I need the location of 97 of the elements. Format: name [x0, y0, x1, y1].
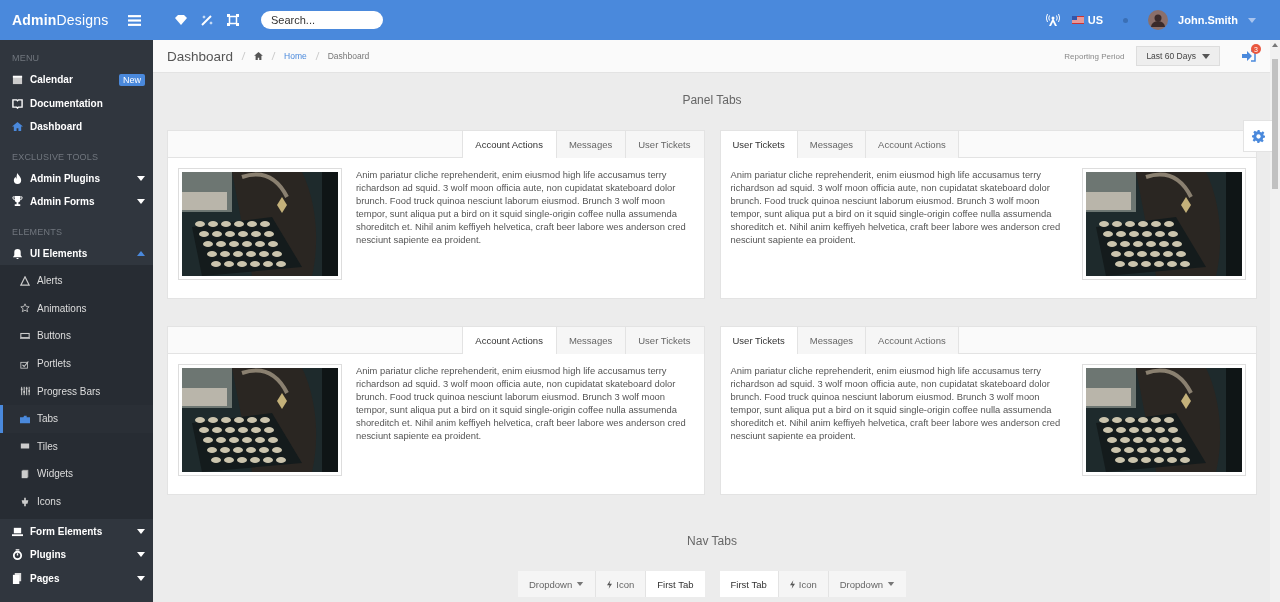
- tab[interactable]: Messages: [797, 327, 867, 354]
- sidebar-item[interactable]: Plugins: [0, 542, 153, 567]
- sidebar-item[interactable]: Portlets: [0, 349, 153, 378]
- dropdown-tab[interactable]: Dropdown: [517, 571, 597, 597]
- home-icon: [254, 52, 264, 60]
- sidebar-item[interactable]: Icons: [0, 487, 153, 516]
- tab[interactable]: Messages: [797, 131, 867, 158]
- sidebar-item[interactable]: Progress Bars: [0, 377, 153, 405]
- bolt-icon: [607, 579, 613, 589]
- breadcrumb-item[interactable]: Home: [284, 51, 307, 61]
- laptop-icon: [12, 525, 23, 537]
- tab[interactable]: Account Actions: [866, 327, 959, 354]
- caret-icon: [137, 575, 145, 581]
- sidebar-item[interactable]: Documentation: [0, 91, 153, 115]
- tile-icon: [20, 441, 30, 452]
- stopwatch-icon: [12, 549, 23, 561]
- home-icon: [12, 121, 23, 133]
- sidebar-item[interactable]: Animations: [0, 294, 153, 323]
- tab[interactable]: Account Actions: [866, 131, 959, 158]
- fire-icon: [12, 172, 23, 184]
- caret-icon: [137, 552, 145, 558]
- breadcrumb-item: Dashboard: [327, 51, 370, 61]
- panel-text: Anim pariatur cliche reprehenderit, enim eiusmod high life accusamus terry richardson ad squid. 3 wolf moon officia aute, non cupidatat skateboard dolor brunch. Food truck quinoa nesciunt laborum eiusmod. Brunch 3 wolf moon tempor, sunt aliqua put a bird on it squid single-origin coffee nulla assumenda shoreditch et. Nihil anim keffiyeh helvetica, craft beer labore wes anderson cred nesciunt sapiente ea proident.: [730, 168, 1062, 247]
- tab[interactable]: Messages: [555, 131, 626, 158]
- sidebar-item[interactable]: Alerts: [0, 267, 153, 295]
- broadcast-tower-icon: [1045, 14, 1060, 26]
- sidebar-heading: EXCLUSIVE TOOLS: [11, 150, 100, 164]
- tab[interactable]: First Tab: [646, 571, 705, 597]
- sidebar-item[interactable]: UI Elements: [0, 241, 153, 265]
- tab[interactable]: User Tickets: [720, 327, 798, 354]
- widget-icon: [20, 468, 30, 479]
- reporting-period-label: Reporting Period: [1064, 51, 1125, 61]
- logo[interactable]: AdminDesigns: [12, 12, 109, 28]
- calendar-icon: [12, 74, 23, 86]
- sidebar-item[interactable]: Admin Plugins: [0, 166, 153, 190]
- status-dot: [1123, 17, 1129, 23]
- sidebar-item[interactable]: Form Elements: [0, 519, 153, 543]
- tab[interactable]: First Tab: [719, 571, 779, 597]
- folder-icon: [20, 413, 30, 424]
- scrollbar[interactable]: [1270, 40, 1280, 602]
- star-icon: [20, 303, 30, 314]
- settings-icon: [1251, 129, 1265, 143]
- fullscreen-icon: [227, 14, 239, 26]
- tab[interactable]: Icon: [596, 571, 647, 597]
- caret-icon: [137, 199, 145, 205]
- sidebar-item[interactable]: Dashboard: [0, 115, 153, 139]
- caret-icon: [137, 175, 145, 181]
- tab[interactable]: Account Actions: [462, 131, 556, 158]
- sidebar-item[interactable]: Widgets: [0, 460, 153, 488]
- sidebar-item[interactable]: Tiles: [0, 432, 153, 461]
- book-icon: [12, 97, 23, 109]
- caret-icon: [1248, 17, 1256, 23]
- magic-wand-icon: [201, 14, 213, 26]
- sidebar-heading: ELEMENTS: [11, 225, 64, 239]
- flag-icon: [1071, 16, 1084, 24]
- bolt-icon: [789, 579, 795, 589]
- warning-icon: [20, 275, 30, 286]
- tab[interactable]: Account Actions: [462, 327, 556, 354]
- tab[interactable]: User Tickets: [625, 131, 704, 158]
- user-name[interactable]: John.Smith: [1178, 14, 1238, 26]
- caret-icon: [887, 582, 896, 586]
- trophy-icon: [12, 196, 23, 208]
- sidebar-heading: MENU: [11, 52, 41, 65]
- page-title: Dashboard: [167, 48, 234, 64]
- caret-icon: [1202, 53, 1210, 59]
- rectangle-icon: [20, 331, 30, 341]
- pages-icon: [12, 572, 23, 584]
- sidebar-item[interactable]: Buttons: [0, 322, 153, 350]
- caret-icon: [137, 528, 145, 534]
- arrow-up-icon[interactable]: [1272, 43, 1278, 47]
- tab[interactable]: Icon: [778, 571, 829, 597]
- language-selector[interactable]: US: [1087, 14, 1104, 26]
- dropdown-tab[interactable]: Dropdown: [828, 571, 907, 597]
- section-title: Panel Tabs: [681, 93, 743, 107]
- avatar: [1148, 10, 1169, 30]
- caret-icon: [576, 582, 585, 586]
- settings-button[interactable]: [1243, 120, 1272, 152]
- sliders-icon: [20, 386, 30, 397]
- tab[interactable]: User Tickets: [720, 131, 798, 158]
- bell-icon: [12, 247, 23, 259]
- new-badge: New: [119, 73, 145, 86]
- checkbox-icon: [20, 358, 30, 369]
- panel-text: Anim pariatur cliche reprehenderit, enim eiusmod high life accusamus terry richardson ad squid. 3 wolf moon officia aute, non cupidatat skateboard dolor brunch. Food truck quinoa nesciunt laborum eiusmod. Brunch 3 wolf moon tempor, sunt aliqua put a bird on it squid single-origin coffee nulla assumenda shoreditch et. Nihil anim keffiyeh helvetica, craft beer labore wes anderson cred nesciunt sapiente ea proident.: [730, 364, 1062, 443]
- tab[interactable]: Messages: [555, 327, 626, 354]
- sidebar-item[interactable]: Pages: [0, 566, 153, 590]
- section-title: Nav Tabs: [686, 534, 738, 548]
- sidebar-item[interactable]: Calendar New: [0, 68, 153, 92]
- period-dropdown[interactable]: Last 60 Days: [1136, 46, 1220, 66]
- panel-text: Anim pariatur cliche reprehenderit, enim eiusmod high life accusamus terry richardson ad squid. 3 wolf moon officia aute, non cupidatat skateboard dolor brunch. Food truck quinoa nesciunt laborum eiusmod. Brunch 3 wolf moon tempor, sunt aliqua put a bird on it squid single-origin coffee nulla assumenda shoreditch et. Nihil anim keffiyeh helvetica, craft beer labore wes anderson cred nesciunt sapiente ea proident.: [356, 364, 687, 443]
- diamond-icon: [175, 15, 187, 25]
- tab[interactable]: User Tickets: [625, 327, 704, 354]
- sidebar-item[interactable]: Admin Forms: [0, 190, 153, 214]
- menu-icon: [128, 14, 141, 26]
- sign-in-icon: [1242, 50, 1256, 62]
- panel-text: Anim pariatur cliche reprehenderit, enim eiusmod high life accusamus terry richardson ad squid. 3 wolf moon officia aute, non cupidatat skateboard dolor brunch. Food truck quinoa nesciunt laborum eiusmod. Brunch 3 wolf moon tempor, sunt aliqua put a bird on it squid single-origin coffee nulla assumenda shoreditch et. Nihil anim keffiyeh helvetica, craft beer labore wes anderson cred nesciunt sapiente ea proident.: [356, 168, 687, 247]
- search-field[interactable]: Search...: [261, 11, 383, 29]
- caret-icon: [137, 250, 145, 256]
